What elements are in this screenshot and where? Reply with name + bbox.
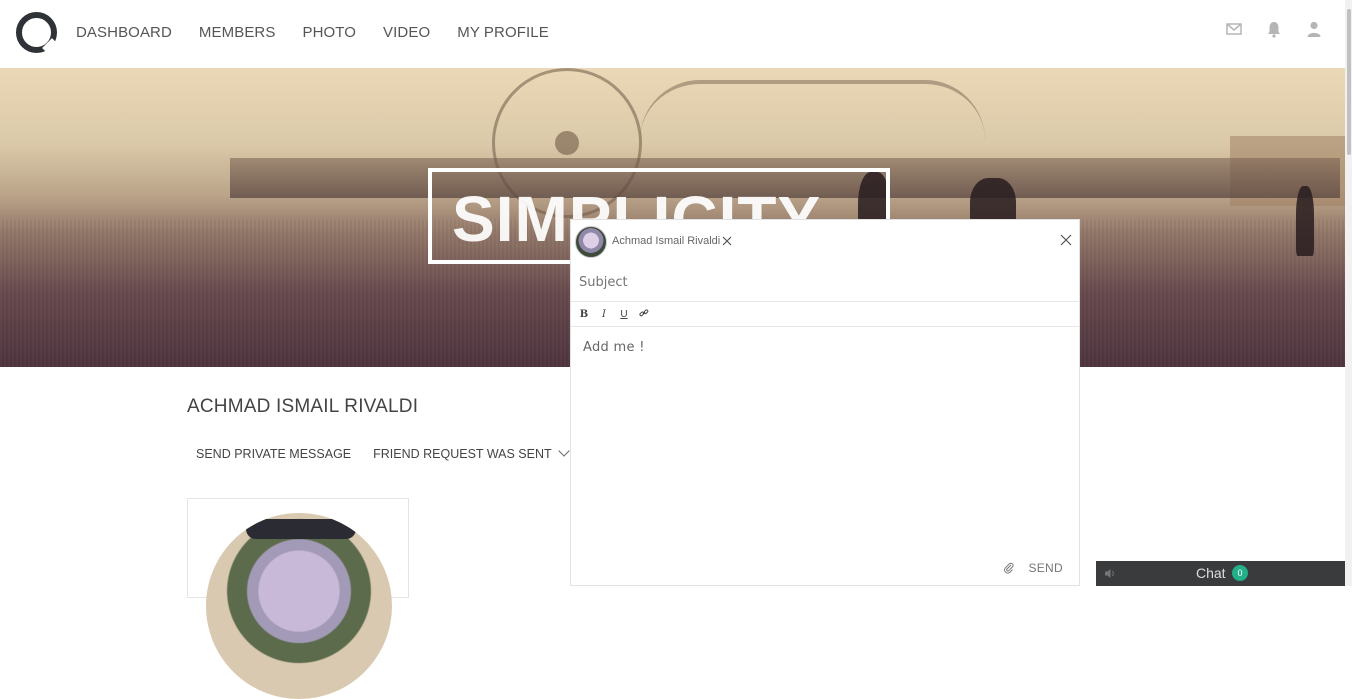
editor-toolbar: B I U: [571, 302, 1079, 327]
avatar[interactable]: [206, 513, 392, 699]
chat-bar[interactable]: Chat 0: [1096, 561, 1345, 586]
paperclip-icon[interactable]: [1003, 561, 1015, 574]
remove-recipient-icon[interactable]: [721, 234, 733, 246]
nav-icons: [1225, 20, 1323, 38]
message-dialog: Achmad Ismail Rivaldi B I U Add me ! SEN…: [570, 219, 1080, 586]
bold-button[interactable]: B: [579, 309, 589, 320]
nav-photo[interactable]: PHOTO: [302, 24, 356, 41]
logo[interactable]: [16, 12, 57, 53]
send-private-message-button[interactable]: SEND PRIVATE MESSAGE: [196, 447, 351, 461]
message-header: Achmad Ismail Rivaldi: [571, 220, 1079, 263]
bell-icon[interactable]: [1265, 20, 1283, 38]
coaster-shape: [640, 80, 985, 160]
mail-icon[interactable]: [1225, 20, 1243, 38]
chevron-down-icon: [557, 445, 570, 457]
friend-request-button[interactable]: FRIEND REQUEST WAS SENT: [373, 445, 570, 461]
recipient-name: Achmad Ismail Rivaldi: [612, 235, 721, 247]
subject-input[interactable]: [571, 263, 1079, 302]
chat-count-badge: 0: [1232, 565, 1248, 581]
nav-video[interactable]: VIDEO: [383, 24, 430, 41]
scrollbar-thumb[interactable]: [1347, 9, 1351, 155]
nav-members[interactable]: MEMBERS: [199, 24, 276, 41]
main-nav: DASHBOARD MEMBERS PHOTO VIDEO MY PROFILE: [76, 24, 576, 41]
recipient-avatar: [575, 226, 607, 258]
nav-my-profile[interactable]: MY PROFILE: [457, 24, 549, 41]
nav-dashboard[interactable]: DASHBOARD: [76, 24, 172, 41]
profile-actions: SEND PRIVATE MESSAGE FRIEND REQUEST WAS …: [196, 445, 623, 461]
message-body[interactable]: Add me !: [583, 340, 645, 355]
italic-button[interactable]: I: [599, 309, 609, 320]
friend-request-label: FRIEND REQUEST WAS SENT: [373, 447, 552, 461]
speaker-icon[interactable]: [1104, 567, 1117, 580]
close-icon[interactable]: [1059, 233, 1073, 247]
underline-button[interactable]: U: [619, 309, 629, 320]
person-silhouette: [1296, 186, 1314, 256]
user-icon[interactable]: [1305, 20, 1323, 38]
chat-label: Chat: [1196, 565, 1226, 581]
profile-name: ACHMAD ISMAIL RIVALDI: [187, 396, 419, 417]
top-navbar: DASHBOARD MEMBERS PHOTO VIDEO MY PROFILE: [0, 0, 1345, 68]
link-icon[interactable]: [639, 308, 649, 321]
avatar-card: [187, 498, 409, 699]
send-button[interactable]: SEND: [1028, 561, 1063, 575]
